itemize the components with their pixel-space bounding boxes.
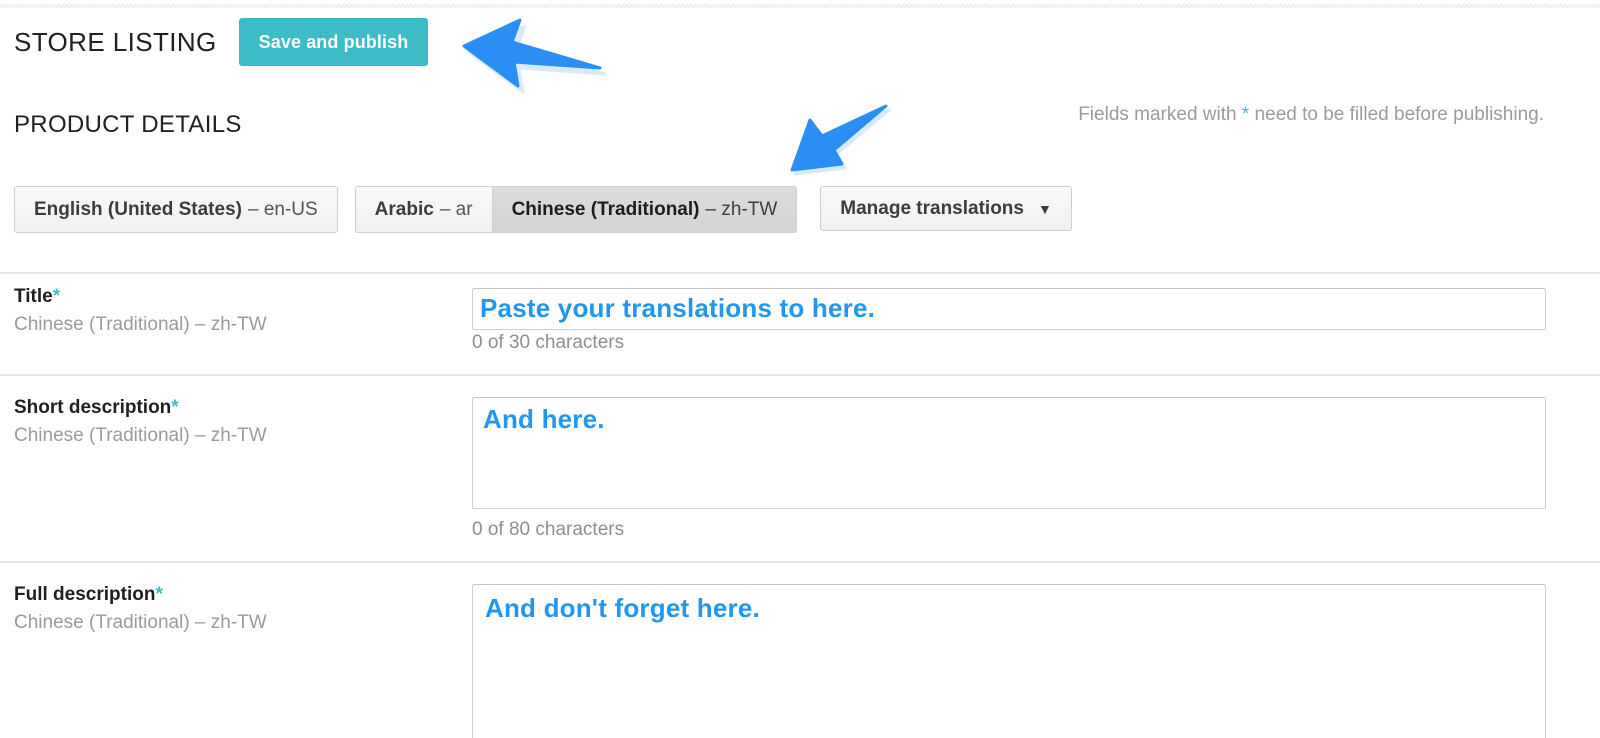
full-description-required-asterisk-icon: * bbox=[155, 584, 163, 605]
store-listing-page: STORE LISTING Save and publish PRODUCT D… bbox=[0, 0, 1600, 738]
divider-above-full-description bbox=[0, 561, 1600, 563]
language-tab-en-us[interactable]: English (United States) – en-US bbox=[15, 187, 337, 232]
field-label-full-description-text: Full description bbox=[14, 584, 156, 605]
language-tab-row: English (United States) – en-US Arabic –… bbox=[14, 186, 1072, 233]
divider-above-short-description bbox=[0, 374, 1600, 376]
required-note-text-before: Fields marked with bbox=[1078, 104, 1242, 125]
field-label-title: Title* Chinese (Traditional) – zh-TW bbox=[14, 285, 454, 337]
required-fields-note: Fields marked with * need to be filled b… bbox=[1078, 104, 1544, 126]
manage-translations-button[interactable]: Manage translations ▼ bbox=[820, 186, 1072, 231]
title-character-counter: 0 of 30 characters bbox=[472, 332, 625, 353]
field-label-full-description-locale: Chinese (Traditional) – zh-TW bbox=[14, 611, 267, 633]
page-header: STORE LISTING Save and publish bbox=[14, 18, 429, 66]
annotation-callout-full-description: And don't forget here. bbox=[485, 593, 760, 623]
required-note-text-after: need to be filled before publishing. bbox=[1249, 104, 1544, 125]
language-tab-zh-tw-name: Chinese (Traditional) bbox=[511, 198, 700, 220]
field-label-full-description: Full description* Chinese (Traditional) … bbox=[14, 583, 454, 635]
field-label-short-description-text: Short description bbox=[14, 397, 172, 418]
field-label-full-description-name: Full description* bbox=[14, 583, 454, 607]
language-tab-zh-tw[interactable]: Chinese (Traditional) – zh-TW bbox=[492, 187, 797, 232]
annotation-callout-short-description: And here. bbox=[483, 404, 605, 434]
field-label-short-description: Short description* Chinese (Traditional)… bbox=[14, 396, 454, 448]
short-description-character-counter: 0 of 80 characters bbox=[472, 519, 625, 540]
field-label-title-locale: Chinese (Traditional) – zh-TW bbox=[14, 313, 267, 335]
save-and-publish-button[interactable]: Save and publish bbox=[238, 18, 429, 66]
annotation-arrow-to-save-button bbox=[462, 18, 607, 94]
language-tab-en-us-code: – en-US bbox=[247, 198, 318, 220]
field-label-short-description-name: Short description* bbox=[14, 396, 454, 420]
short-description-required-asterisk-icon: * bbox=[171, 397, 179, 418]
section-title-product-details: PRODUCT DETAILS bbox=[14, 111, 242, 138]
short-description-textarea[interactable] bbox=[472, 397, 1546, 509]
title-required-asterisk-icon: * bbox=[52, 286, 61, 307]
field-label-title-name: Title* bbox=[14, 285, 454, 309]
manage-translations-label: Manage translations bbox=[840, 197, 1024, 219]
language-tab-en-us-name: English (United States) bbox=[34, 198, 242, 220]
language-tab-zh-tw-code: – zh-TW bbox=[705, 198, 778, 220]
language-tab-group-2: Arabic – ar Chinese (Traditional) – zh-T… bbox=[354, 186, 798, 233]
field-label-short-description-locale: Chinese (Traditional) – zh-TW bbox=[14, 424, 267, 446]
top-hatched-rule bbox=[0, 4, 1600, 8]
language-tab-ar-code: – ar bbox=[439, 198, 473, 220]
divider-above-title bbox=[0, 272, 1600, 274]
page-title: STORE LISTING bbox=[14, 27, 217, 57]
field-label-title-text: Title bbox=[14, 286, 53, 307]
chevron-down-icon: ▼ bbox=[1037, 200, 1052, 217]
annotation-arrow-to-language-tab bbox=[790, 104, 891, 176]
language-tab-ar[interactable]: Arabic – ar bbox=[355, 187, 493, 232]
annotation-callout-title: Paste your translations to here. bbox=[480, 293, 876, 323]
language-tab-ar-name: Arabic bbox=[374, 198, 434, 220]
language-tab-group: English (United States) – en-US bbox=[14, 186, 338, 233]
